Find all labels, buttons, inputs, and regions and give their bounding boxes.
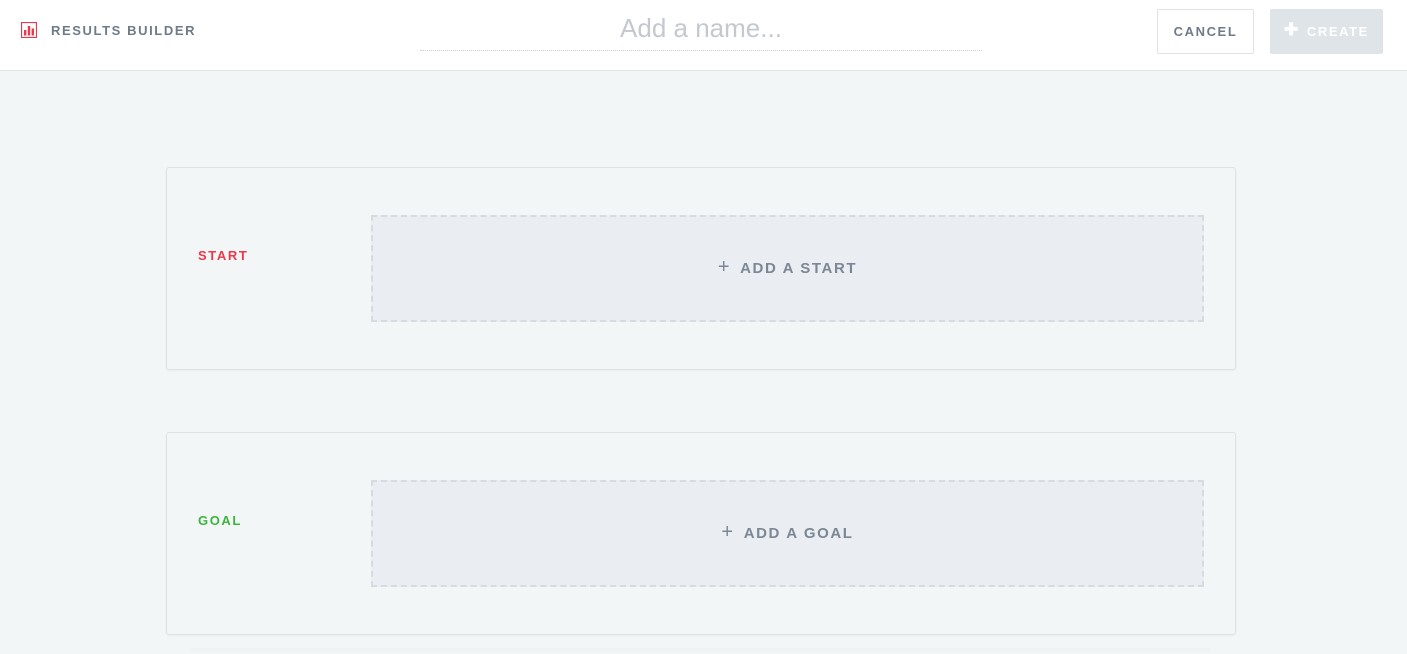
brand-label: RESULTS BUILDER [51, 22, 197, 38]
add-start-button[interactable]: + ADD A START [717, 255, 858, 279]
brand: RESULTS BUILDER [21, 21, 196, 39]
start-label: START [198, 248, 249, 263]
add-goal-dropzone[interactable]: + ADD A GOAL [371, 480, 1204, 587]
plus-icon: ✚ [1284, 20, 1300, 39]
add-start-dropzone[interactable]: + ADD A START [371, 215, 1204, 322]
add-goal-button[interactable]: + ADD A GOAL [721, 520, 854, 544]
bar-chart-icon [21, 22, 37, 38]
create-button-label: CREATE [1306, 24, 1369, 39]
name-input[interactable] [420, 8, 982, 48]
plus-icon: + [717, 255, 732, 278]
goal-section: GOAL + ADD A GOAL [166, 432, 1236, 635]
top-bar: RESULTS BUILDER CANCEL ✚ CREATE [0, 0, 1407, 71]
name-field-wrapper [420, 8, 982, 51]
plus-icon: + [721, 520, 735, 543]
start-section: START + ADD A START [166, 167, 1236, 370]
goal-label: GOAL [198, 513, 242, 528]
create-button[interactable]: ✚ CREATE [1270, 9, 1383, 54]
add-goal-label: ADD A GOAL [743, 525, 854, 542]
next-section-edge [190, 648, 1210, 654]
add-start-label: ADD A START [740, 260, 858, 277]
cancel-button[interactable]: CANCEL [1157, 9, 1254, 54]
